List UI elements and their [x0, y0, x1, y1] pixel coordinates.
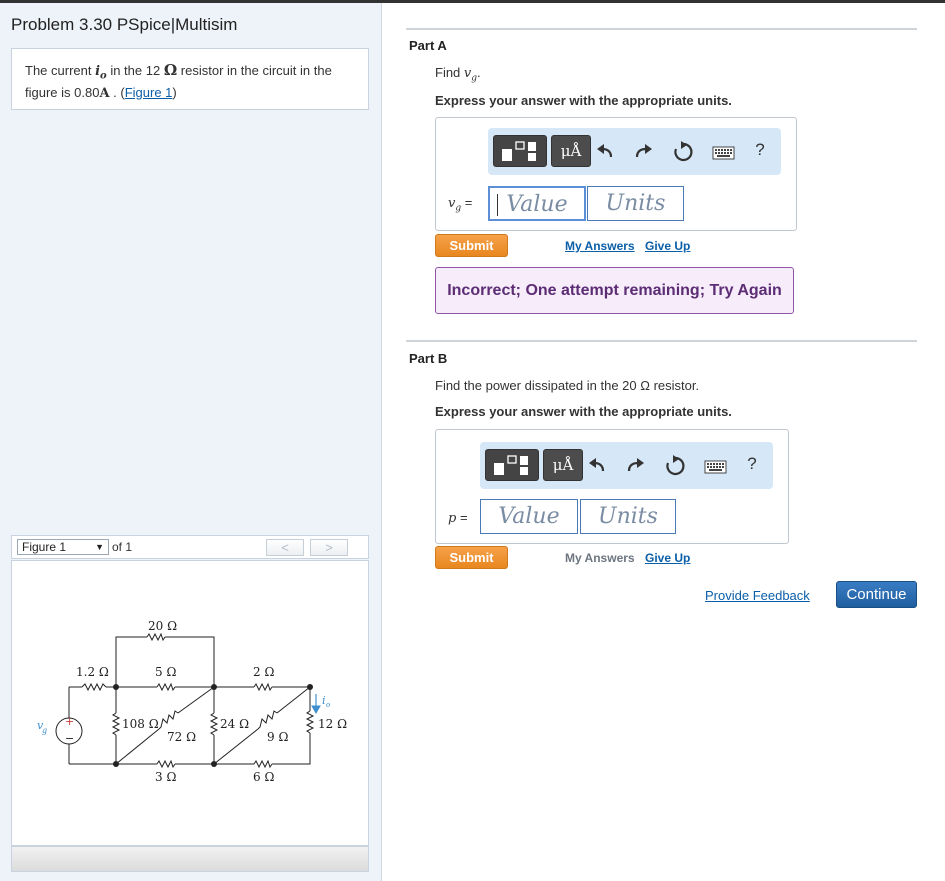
part-a-value-input[interactable]: Value [488, 186, 586, 221]
units-icon[interactable]: μÅ [543, 449, 583, 481]
amp-unit: A [99, 85, 110, 101]
part-a-var-sub: g [455, 203, 462, 214]
problem-title: Problem 3.30 PSpice|Multisim [11, 15, 238, 34]
r3-label: 3 Ω [155, 770, 176, 784]
part-b-units-input[interactable]: Units [580, 499, 676, 534]
part-b-toolbar: μÅ ? [480, 442, 773, 489]
templates-icon[interactable] [493, 135, 547, 167]
text-cursor [497, 194, 498, 216]
figure-navigation: Figure 1 ▼ of 1 < > [11, 535, 369, 559]
part-b-divider [406, 340, 917, 342]
next-figure-button[interactable]: > [310, 539, 348, 556]
current-var-subscript: o [100, 70, 107, 82]
redo-icon[interactable] [632, 141, 654, 163]
part-a-my-answers-link[interactable]: My Answers [565, 239, 635, 253]
figure-count: of 1 [112, 540, 133, 554]
part-a-divider [406, 28, 917, 30]
part-b-var-letter: p [448, 511, 457, 526]
r2-label: 2 Ω [253, 665, 274, 679]
part-b-equals: = [459, 510, 468, 525]
problem-panel: Problem 3.30 PSpice|Multisim The current… [0, 3, 382, 881]
part-a-equals: = [464, 195, 473, 210]
part-b-instructions: Express your answer with the appropriate… [435, 404, 732, 419]
part-b-submit-button[interactable]: Submit [435, 546, 508, 569]
part-a-units-placeholder: Units [605, 191, 666, 216]
figure-link[interactable]: Figure 1 [125, 85, 173, 100]
problem-statement: The current io in the 12 Ω resistor in t… [11, 48, 369, 110]
minus-sign: − [65, 732, 74, 745]
part-a-instructions: Express your answer with the appropriate… [435, 93, 732, 108]
r1-2-label: 1.2 Ω [76, 665, 109, 679]
r108-label: 108 Ω [122, 717, 159, 731]
part-a-units-input[interactable]: Units [587, 186, 684, 221]
statement-text-5: ) [172, 84, 177, 100]
ohm-symbol: Ω [163, 61, 178, 79]
help-icon[interactable]: ? [744, 454, 760, 476]
part-b-value-input[interactable]: Value [480, 499, 578, 534]
part-b-give-up-link[interactable]: Give Up [645, 551, 690, 565]
undo-icon[interactable] [595, 141, 617, 163]
plus-sign: + [65, 715, 74, 728]
part-b-title: Part B [409, 351, 448, 366]
part-b-var-label: p = [448, 510, 468, 526]
provide-feedback-link[interactable]: Provide Feedback [705, 588, 810, 603]
part-a-title: Part A [409, 38, 447, 53]
help-icon[interactable]: ? [752, 140, 768, 162]
part-a-find-prefix: Find [435, 65, 464, 80]
part-a-toolbar: μÅ ? [488, 128, 781, 175]
part-b-answer-box: μÅ ? p = Value Units [435, 429, 789, 544]
part-b-value-placeholder: Value [498, 504, 560, 529]
statement-text-4: . ( [109, 84, 125, 100]
part-a-question: Find vg. [435, 65, 481, 84]
r72-label: 72 Ω [167, 730, 196, 744]
r12-label: 12 Ω [318, 717, 347, 731]
templates-icon[interactable] [485, 449, 539, 481]
statement-text-2: in the 12 [106, 63, 164, 78]
part-a-give-up-link[interactable]: Give Up [645, 239, 690, 253]
chevron-down-icon: ▼ [95, 542, 104, 552]
current-label: i [322, 694, 326, 707]
figure-footer [11, 846, 369, 872]
prev-figure-button[interactable]: < [266, 539, 304, 556]
current-subscript: o [326, 701, 330, 709]
part-a-feedback: Incorrect; One attempt remaining; Try Ag… [435, 267, 794, 314]
circuit-diagram: 20 Ω 1.2 Ω 5 Ω 2 Ω 108 Ω 72 Ω 24 Ω 9 Ω 1… [37, 619, 347, 784]
r24-label: 24 Ω [220, 717, 249, 731]
figure-select-value: Figure 1 [22, 540, 67, 554]
part-a-var-label: vg = [448, 195, 472, 214]
part-b-units-placeholder: Units [598, 504, 658, 529]
undo-icon[interactable] [587, 455, 609, 477]
statement-text-1: The current [25, 63, 96, 78]
r6-label: 6 Ω [253, 770, 274, 784]
reset-icon[interactable] [672, 141, 694, 163]
part-a-value-placeholder: Value [506, 192, 568, 217]
r9-label: 9 Ω [267, 730, 288, 744]
part-b-question: Find the power dissipated in the 20 Ω re… [435, 378, 700, 393]
part-a-find-suffix: . [477, 65, 481, 80]
reset-icon[interactable] [664, 455, 686, 477]
current-variable: io [95, 64, 107, 82]
part-a-answer-box: μÅ ? vg = Value Units [435, 117, 797, 231]
redo-icon[interactable] [624, 455, 646, 477]
figure-select[interactable]: Figure 1 ▼ [17, 539, 109, 555]
r5-label: 5 Ω [155, 665, 176, 679]
continue-button[interactable]: Continue [836, 581, 917, 608]
keyboard-icon[interactable] [711, 141, 737, 163]
units-icon[interactable]: μÅ [551, 135, 591, 167]
r20-label: 20 Ω [148, 619, 177, 633]
figure-viewer: 20 Ω 1.2 Ω 5 Ω 2 Ω 108 Ω 72 Ω 24 Ω 9 Ω 1… [11, 560, 369, 846]
part-b-my-answers-link: My Answers [565, 551, 635, 565]
source-subscript: g [42, 726, 47, 735]
part-a-submit-button[interactable]: Submit [435, 234, 508, 257]
keyboard-icon[interactable] [703, 455, 729, 477]
